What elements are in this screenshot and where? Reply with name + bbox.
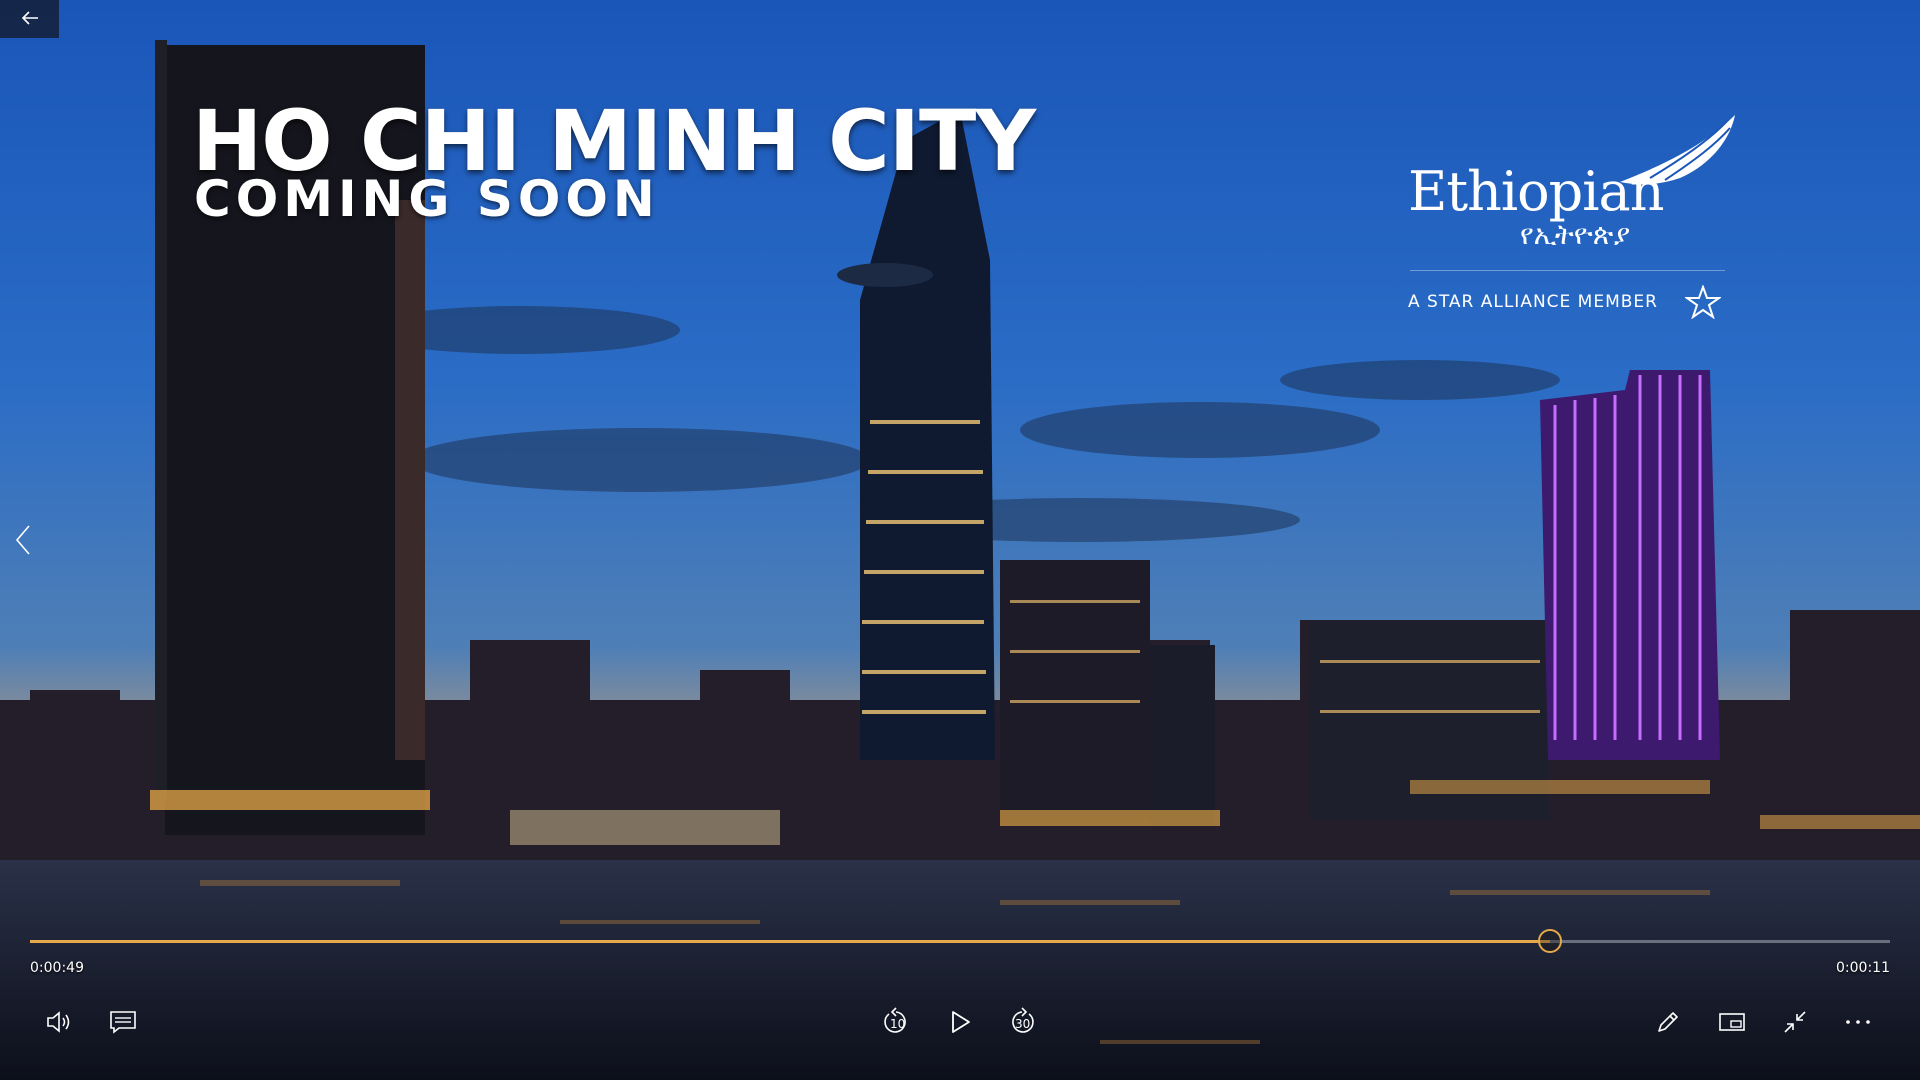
volume-icon: [45, 1010, 75, 1034]
mini-view-button[interactable]: [1710, 1000, 1754, 1044]
skip-back-10-icon: 10: [881, 1007, 911, 1037]
exit-fullscreen-icon: [1782, 1009, 1808, 1035]
elapsed-time: 0:00:49: [30, 960, 84, 976]
skip-forward-label: 30: [1015, 1017, 1031, 1031]
skip-forward-30-icon: 30: [1007, 1007, 1037, 1037]
more-options-icon: [1845, 1019, 1871, 1025]
play-button[interactable]: [938, 1000, 982, 1044]
back-button[interactable]: [0, 0, 59, 38]
pencil-icon: [1655, 1009, 1681, 1035]
exit-fullscreen-button[interactable]: [1773, 1000, 1817, 1044]
seek-bar[interactable]: [30, 929, 1890, 953]
remaining-time: 0:00:11: [1836, 960, 1890, 976]
previous-button[interactable]: [8, 520, 38, 564]
edit-button[interactable]: [1646, 1000, 1690, 1044]
mini-view-icon: [1718, 1011, 1746, 1033]
arrow-left-icon: [21, 10, 39, 29]
brand-name: Ethiopian: [1408, 160, 1664, 223]
subtitles-icon: [109, 1010, 137, 1034]
divider: [1410, 270, 1725, 271]
skip-back-label: 10: [890, 1017, 906, 1031]
more-options-button[interactable]: [1836, 1000, 1880, 1044]
video-subtitle: COMING SOON: [194, 170, 660, 228]
skip-back-button[interactable]: 10: [874, 1000, 918, 1044]
subtitles-button[interactable]: [101, 1000, 145, 1044]
play-icon: [949, 1010, 971, 1034]
volume-button[interactable]: [38, 1000, 82, 1044]
skip-forward-button[interactable]: 30: [1000, 1000, 1044, 1044]
alliance-text: A STAR ALLIANCE MEMBER: [1408, 292, 1658, 312]
star-alliance-icon: [1683, 284, 1723, 323]
purple-tower: [1540, 370, 1720, 760]
chevron-left-icon: [15, 524, 31, 560]
seek-bar-thumb[interactable]: [1537, 929, 1562, 953]
brand-logo: Ethiopian የኢትዮጵያ A STAR ALLIANCE MEMBER: [1405, 110, 1735, 320]
seek-bar-progress: [30, 940, 1550, 943]
brand-name-amharic: የኢትዮጵያ: [1520, 218, 1631, 251]
